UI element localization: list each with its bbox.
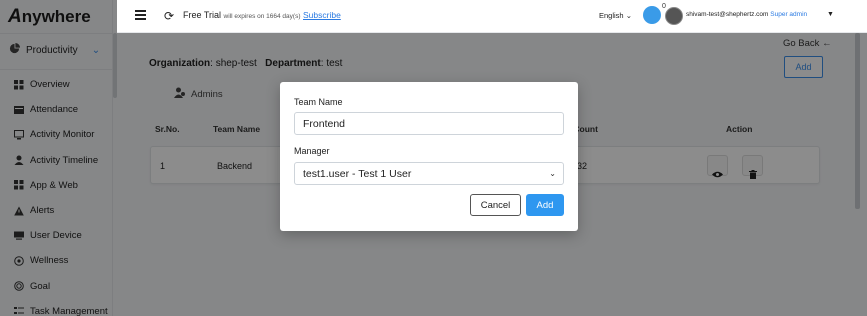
team-name-input[interactable]: Frontend — [294, 112, 564, 135]
manager-select[interactable]: test1.user - Test 1 User ⌄ — [294, 162, 564, 185]
add-team-modal: Team Name Frontend Manager test1.user - … — [280, 82, 578, 231]
team-name-label: Team Name — [294, 97, 343, 107]
header-region — [117, 0, 867, 33]
manager-label: Manager — [294, 146, 330, 156]
cancel-button[interactable]: Cancel — [470, 194, 521, 216]
add-button[interactable]: Add — [526, 194, 564, 216]
manager-selected-value: test1.user - Test 1 User — [303, 167, 412, 180]
sidebar-backdrop — [0, 0, 117, 316]
chevron-down-icon: ⌄ — [549, 169, 556, 178]
